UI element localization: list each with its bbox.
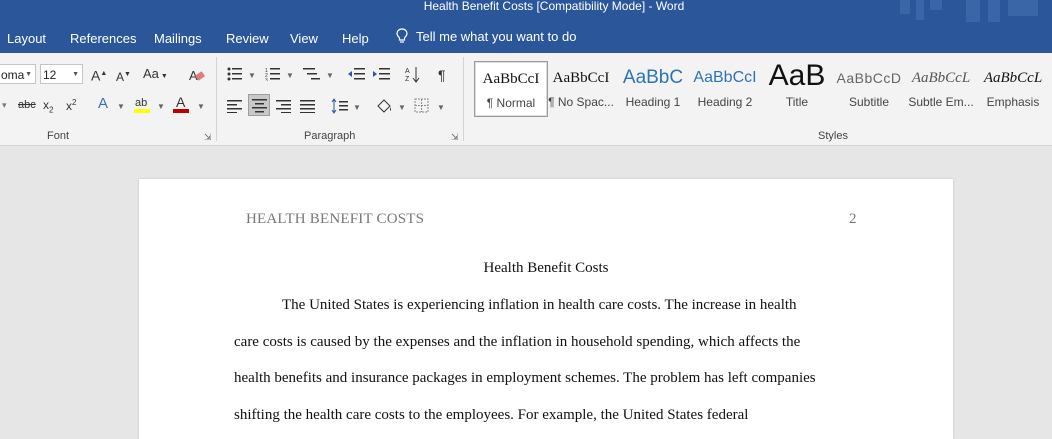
svg-text:3: 3: [265, 78, 268, 81]
group-separator: [216, 57, 217, 141]
chevron-down-icon[interactable]: ▼: [286, 71, 294, 80]
tell-me-text: Tell me what you want to do: [416, 28, 577, 44]
document-page[interactable]: HEALTH BENEFIT COSTS 2 Health Benefit Co…: [139, 179, 953, 439]
shrink-font-icon[interactable]: A▼: [116, 66, 131, 86]
chevron-down-icon: ▼: [25, 71, 32, 78]
style-subtitle-preview: AaBbCcD: [836, 70, 902, 86]
superscript-icon[interactable]: x2: [66, 94, 76, 115]
style-normal-name: ¶ Normal: [486, 96, 536, 110]
style-heading-2-name: Heading 2: [697, 95, 753, 109]
style-heading-1[interactable]: AaBbC Heading 1: [617, 61, 689, 115]
paragraph-dialog-launcher-icon[interactable]: ⇲: [451, 132, 459, 143]
chevron-down-icon[interactable]: ▼: [157, 102, 165, 111]
body-line: shifting the health care costs to the em…: [234, 407, 749, 423]
show-formatting-marks-icon[interactable]: ¶: [438, 66, 446, 84]
subscript-icon[interactable]: x2: [43, 96, 53, 119]
font-size-value: 12: [43, 68, 57, 82]
lightbulb-icon: [396, 28, 408, 43]
sort-icon[interactable]: AZ: [405, 66, 421, 84]
svg-text:A: A: [176, 94, 186, 110]
chevron-down-icon[interactable]: ▼: [197, 102, 205, 111]
style-subtle-emphasis-name: Subtle Em...: [908, 95, 974, 109]
align-center-icon: [252, 99, 267, 113]
group-separator: [463, 57, 464, 141]
chevron-down-icon[interactable]: ▾: [2, 96, 7, 114]
chevron-down-icon[interactable]: ▼: [117, 102, 125, 111]
line-spacing-icon[interactable]: [331, 98, 349, 114]
style-heading-2-preview: AaBbCcI: [693, 69, 757, 86]
style-no-spacing[interactable]: AaBbCcI ¶ No Spac...: [545, 61, 617, 115]
title-bar: Health Benefit Costs [Compatibility Mode…: [0, 0, 1052, 22]
font-color-icon[interactable]: A: [173, 94, 191, 114]
page-number: 2: [849, 211, 857, 227]
svg-text:Z: Z: [405, 76, 410, 83]
align-center-button[interactable]: [248, 94, 270, 116]
tab-review[interactable]: Review: [226, 31, 269, 46]
tab-help[interactable]: Help: [342, 31, 369, 46]
style-title-preview: AaB: [768, 61, 826, 91]
document-title: Health Benefit Costs: [483, 260, 609, 276]
style-subtle-emphasis[interactable]: AaBbCcL Subtle Em...: [905, 61, 977, 115]
highlight-icon[interactable]: ab: [134, 94, 152, 114]
justify-icon[interactable]: [300, 99, 316, 113]
grow-font-icon[interactable]: A▲: [91, 65, 107, 85]
style-title[interactable]: AaB Title: [761, 61, 833, 115]
chevron-down-icon[interactable]: ▼: [248, 71, 256, 80]
style-no-spacing-name: ¶ No Spac...: [548, 95, 614, 109]
chevron-down-icon: ▼: [72, 71, 79, 78]
paragraph-group-label: Paragraph: [304, 130, 356, 142]
style-emphasis-preview: AaBbCcL: [983, 70, 1043, 86]
style-normal-preview: AaBbCcI: [482, 71, 540, 87]
ribbon: oma ▼ 12 ▼ A▲ A▼ Aa ▼ A ▾ abc x2 x2 A ▼ …: [0, 53, 1052, 146]
style-emphasis-name: Emphasis: [986, 95, 1040, 109]
style-emphasis[interactable]: AaBbCcL Emphasis: [977, 61, 1049, 115]
style-subtle-emphasis-preview: AaBbCcL: [911, 70, 971, 86]
font-name-value: oma: [1, 68, 25, 82]
body-line: care costs is caused by the expenses and…: [234, 334, 801, 350]
borders-icon[interactable]: [414, 98, 430, 114]
tab-view[interactable]: View: [290, 31, 318, 46]
style-normal[interactable]: AaBbCcI ¶ Normal: [474, 61, 548, 117]
chevron-down-icon[interactable]: ▼: [398, 103, 406, 112]
multilevel-list-icon[interactable]: [303, 67, 321, 81]
tab-mailings[interactable]: Mailings: [154, 31, 202, 46]
tab-references[interactable]: References: [70, 31, 136, 46]
body-line: The United States is experiencing inflat…: [282, 297, 797, 313]
bullets-icon[interactable]: [227, 67, 243, 81]
increase-indent-icon[interactable]: [373, 67, 391, 81]
align-right-icon[interactable]: [276, 99, 292, 113]
font-size-combo[interactable]: 12 ▼: [40, 64, 83, 84]
body-line: health benefits and insurance packages i…: [234, 370, 816, 386]
strikethrough-icon[interactable]: abc: [18, 96, 36, 114]
style-heading-1-name: Heading 1: [625, 95, 681, 109]
style-heading-1-preview: AaBbC: [622, 67, 684, 88]
style-no-spacing-preview: AaBbCcI: [552, 70, 610, 86]
font-dialog-launcher-icon[interactable]: ⇲: [204, 132, 212, 143]
decrease-indent-icon[interactable]: [348, 67, 366, 81]
style-subtitle[interactable]: AaBbCcD Subtitle: [833, 61, 905, 115]
title-bar-decoration: [900, 0, 1038, 22]
tab-layout[interactable]: Layout: [7, 31, 46, 46]
clear-formatting-icon[interactable]: A: [189, 67, 205, 83]
font-group-label: Font: [47, 130, 70, 142]
style-heading-2[interactable]: AaBbCcI Heading 2: [689, 61, 761, 115]
chevron-down-icon[interactable]: ▼: [353, 103, 361, 112]
svg-text:A: A: [405, 68, 410, 75]
align-left-icon[interactable]: [227, 99, 243, 113]
style-subtitle-name: Subtitle: [848, 95, 890, 109]
text-effects-icon[interactable]: A: [98, 95, 108, 113]
style-title-name: Title: [785, 95, 809, 109]
chevron-down-icon[interactable]: ▼: [326, 71, 334, 80]
tell-me-box[interactable]: Tell me what you want to do: [396, 28, 576, 44]
change-case-icon[interactable]: Aa ▼: [143, 65, 168, 86]
chevron-down-icon[interactable]: ▼: [437, 103, 445, 112]
font-name-combo[interactable]: oma ▼: [0, 64, 36, 84]
styles-group-label: Styles: [818, 130, 848, 142]
running-head: HEALTH BENEFIT COSTS: [246, 211, 425, 227]
svg-text:ab: ab: [135, 97, 147, 109]
numbering-icon[interactable]: 1 2 3: [265, 67, 281, 81]
ribbon-tabs: Layout References Mailings Review View H…: [0, 22, 1052, 53]
shading-icon[interactable]: [375, 97, 393, 115]
